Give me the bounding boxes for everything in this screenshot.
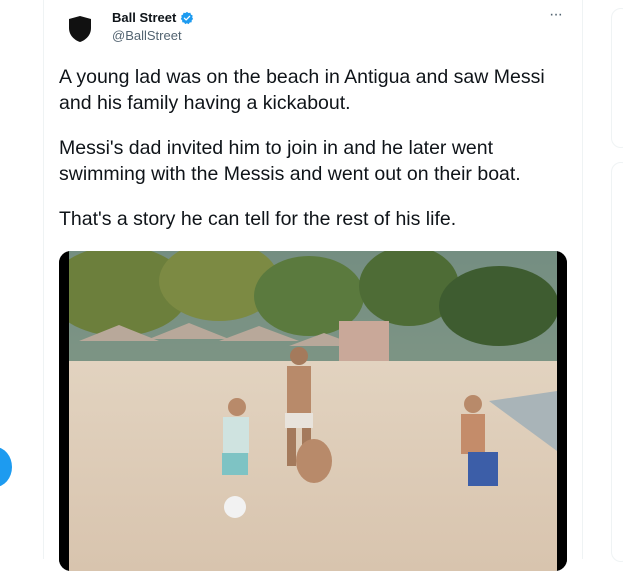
sidebar-card-trends (611, 162, 623, 562)
tweet-paragraph-1: A young lad was on the beach in Antigua … (59, 66, 545, 114)
author-name-row[interactable]: Ball Street (112, 10, 194, 25)
tweet-text: A young lad was on the beach in Antigua … (59, 64, 569, 251)
more-options-button[interactable]: ··· (549, 7, 569, 23)
tweet-paragraph-2: Messi's dad invited him to join in and h… (59, 137, 521, 185)
tweet-paragraph-3: That's a story he can tell for the rest … (59, 208, 457, 230)
author-name[interactable]: Ball Street (112, 10, 176, 25)
video-frame (59, 251, 567, 571)
sidebar-card (611, 8, 623, 148)
author-handle[interactable]: @BallStreet (112, 28, 182, 43)
shield-logo-icon (69, 16, 91, 42)
tweet-video[interactable] (59, 251, 567, 571)
verified-badge-icon (181, 11, 194, 24)
compose-button[interactable] (0, 447, 12, 487)
avatar[interactable] (60, 9, 100, 49)
